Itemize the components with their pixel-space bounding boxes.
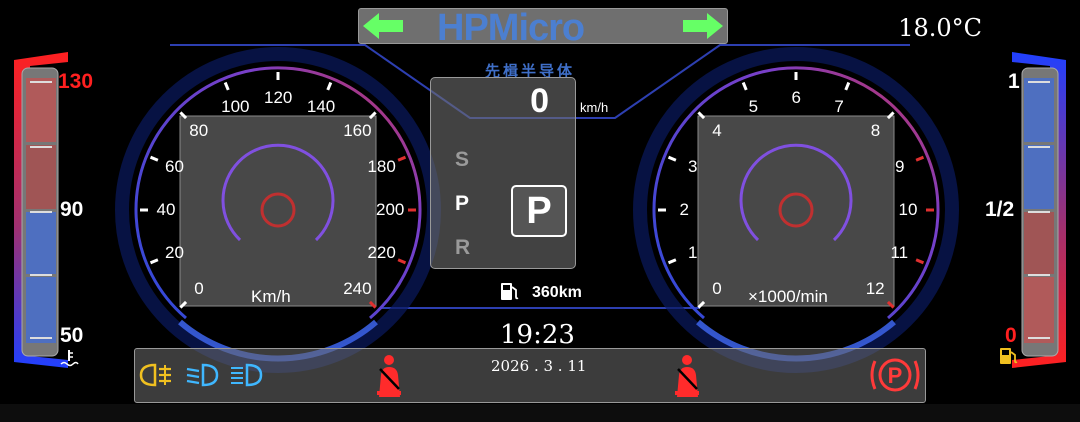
- speed-tick-label: 20: [165, 242, 184, 262]
- fuel-half-label: 1/2: [985, 198, 1015, 221]
- speed-tick: [149, 258, 159, 265]
- temp-low-label: 50: [60, 324, 84, 347]
- speed-tick-label: 180: [367, 157, 396, 177]
- center-info-panel: 0 S P R P: [430, 77, 576, 269]
- range-value: 360km: [532, 284, 582, 301]
- clock-date: 2026 . 3 . 11: [491, 357, 587, 375]
- rpm-tick-label: 1: [688, 242, 698, 262]
- rpm-tick-label: 5: [748, 96, 759, 116]
- speed-tick-label: 80: [189, 120, 209, 140]
- high-beam-icon: [231, 363, 263, 387]
- turn-left-icon: [363, 13, 403, 39]
- seatbelt-warning-icon: [675, 355, 699, 397]
- speed-tick-label: 60: [165, 157, 184, 177]
- speed-tick-label: 100: [221, 96, 250, 116]
- rpm-tick-label: 11: [890, 242, 909, 262]
- rpm-tick-label: 6: [791, 88, 801, 107]
- rpm-tick: [915, 155, 925, 162]
- speed-tick-label: 200: [376, 200, 405, 219]
- rpm-tick: [741, 81, 748, 91]
- rpm-tick: [667, 155, 677, 162]
- seatbelt-warning-icon: [377, 355, 401, 397]
- speed-tick: [223, 81, 230, 91]
- svg-text:P: P: [888, 363, 903, 388]
- temp-mid-label: 90: [60, 198, 84, 221]
- outside-temperature: 18.0°C: [898, 14, 982, 42]
- indicator-bar: 2026 . 3 . 11 P: [134, 348, 926, 403]
- digital-speed: 0: [530, 82, 549, 120]
- fuel-full-label: 1: [1008, 70, 1020, 93]
- footer-strip: [0, 404, 1080, 422]
- speed-tick-label: 220: [367, 242, 396, 262]
- brand-bar: HPMicro 先楫半导体: [358, 7, 728, 80]
- fuel-warning-icon: [1000, 348, 1018, 364]
- coolant-temp-icon: [60, 350, 79, 367]
- digital-speed-unit: km/h: [580, 100, 609, 115]
- speed-tick-label: 40: [156, 200, 176, 219]
- rpm-tick-label: 7: [834, 96, 844, 116]
- turn-right-icon: [683, 13, 723, 39]
- rpm-tick-label: 0: [712, 279, 722, 299]
- rpm-tick: [667, 258, 677, 265]
- speed-tick-label: 240: [343, 279, 372, 299]
- speed-tick-label: 120: [264, 88, 293, 107]
- clock-time: 19:23: [500, 320, 575, 350]
- rpm-tick-label: 3: [688, 157, 698, 177]
- gear-p: P: [455, 192, 470, 215]
- fog-lamp-icon: [139, 363, 171, 387]
- rpm-tick-label: 12: [865, 279, 885, 299]
- gear-r: R: [455, 236, 471, 259]
- low-beam-icon: [186, 363, 219, 387]
- rpm-tick-label: 2: [679, 200, 689, 219]
- speed-unit-label: Km/h: [251, 287, 291, 306]
- rpm-tick-label: 9: [894, 157, 905, 177]
- rpm-tick-label: 4: [712, 120, 722, 140]
- speed-tick-label: 160: [343, 120, 372, 140]
- brand-logo: HPMicro: [437, 7, 585, 49]
- speed-tick-label: 140: [306, 96, 336, 116]
- rpm-tick: [915, 258, 925, 265]
- current-gear-indicator: P: [511, 185, 567, 237]
- rpm-tick-label: 8: [870, 120, 881, 140]
- rpm-tick: [844, 81, 851, 91]
- speed-tick: [149, 155, 159, 162]
- speed-tick: [326, 81, 333, 91]
- rpm-unit-label: ×1000/min: [748, 287, 828, 306]
- gear-s: S: [455, 148, 470, 171]
- speed-tick: [397, 155, 407, 162]
- speed-tick: [397, 258, 407, 265]
- temp-high-label: 130: [58, 70, 94, 93]
- rpm-tick-label: 10: [898, 200, 918, 219]
- speed-tick-label: 0: [194, 279, 204, 299]
- fuel-pump-icon: [501, 283, 519, 300]
- parking-brake-icon: P: [870, 358, 920, 392]
